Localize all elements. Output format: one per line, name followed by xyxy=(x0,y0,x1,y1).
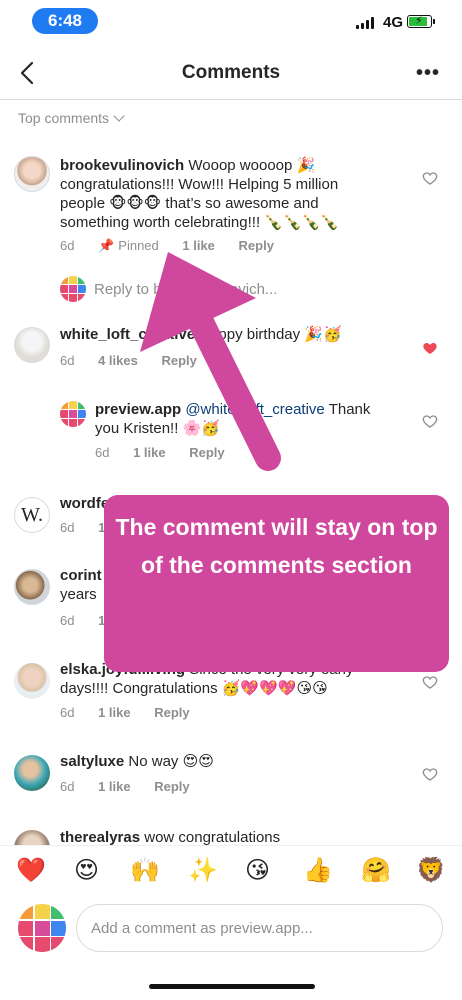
comment-input-placeholder: Add a comment as preview.app... xyxy=(91,920,313,937)
chevron-down-icon xyxy=(113,110,125,122)
comment-input[interactable]: Add a comment as preview.app... xyxy=(76,904,443,952)
comment-text: therealyras wow congratulations xyxy=(60,828,400,845)
heart-outline-icon[interactable] xyxy=(422,413,438,429)
comment-username[interactable]: saltyluxe xyxy=(60,753,124,770)
likes-count[interactable]: 1 like xyxy=(98,779,131,794)
emoji-heart-eyes[interactable]: 😍 xyxy=(74,856,99,885)
avatar[interactable] xyxy=(14,755,50,791)
avatar xyxy=(18,904,66,952)
avatar[interactable] xyxy=(14,156,50,192)
status-bar: 6:48 4G ⚡ xyxy=(0,0,462,44)
emoji-hug[interactable]: 🤗 xyxy=(361,856,391,885)
sort-label: Top comments xyxy=(18,110,110,126)
comment: white_loft_creative Happy birthday 🎉🥳 6d… xyxy=(0,322,462,382)
comment: saltyluxe No way 😍😍 6d 1 like Reply xyxy=(0,752,462,812)
comment-text: saltyluxe No way 😍😍 xyxy=(60,752,400,771)
pin-icon: 📌 xyxy=(98,238,115,253)
nav-bar: Comments ••• xyxy=(0,48,462,100)
comment-reply: preview.app @white_loft_creative Thank y… xyxy=(0,398,462,468)
sort-dropdown[interactable]: Top comments xyxy=(18,110,125,126)
comment-text: corint years xyxy=(60,566,108,604)
comment-time: 6d xyxy=(60,705,75,720)
pinned-label: Pinned xyxy=(118,238,159,253)
emoji-thumbs-up[interactable]: 👍 xyxy=(303,856,333,885)
heart-outline-icon[interactable] xyxy=(422,170,438,186)
comment-time: 6d xyxy=(60,238,75,253)
comment-meta: 6d 4 likes Reply xyxy=(60,353,217,368)
status-time: 6:48 xyxy=(32,8,98,34)
emoji-raised-hands[interactable]: 🙌 xyxy=(130,856,160,885)
annotation-callout: The comment will stay on top of the comm… xyxy=(104,495,449,672)
avatar[interactable] xyxy=(14,663,50,699)
emoji-sparkles[interactable]: ✨ xyxy=(188,856,218,885)
more-options-icon[interactable]: ••• xyxy=(416,62,440,85)
comment-body: wow congratulations xyxy=(144,829,281,845)
comment-composer: Add a comment as preview.app... xyxy=(0,901,462,961)
comment-meta: 6d 📌 Pinned 1 like Reply xyxy=(60,238,294,254)
comment-time: 6d xyxy=(95,445,110,460)
network-label: 4G xyxy=(383,14,404,31)
emoji-quick-bar: ❤️ 😍 🙌 ✨ 😘 👍 🤗 🦁 xyxy=(0,845,462,895)
comment-username[interactable]: wordfe xyxy=(60,495,109,512)
avatar[interactable]: W. xyxy=(14,497,50,533)
battery-tip xyxy=(433,19,435,24)
heart-outline-icon[interactable] xyxy=(422,674,438,690)
comment-username[interactable]: therealyras xyxy=(60,829,140,845)
likes-count[interactable]: 1 like xyxy=(98,705,131,720)
page-title: Comments xyxy=(181,62,281,83)
emoji-heart[interactable]: ❤️ xyxy=(16,856,46,885)
comment-username[interactable]: white_loft_creative xyxy=(60,326,195,343)
home-indicator[interactable] xyxy=(149,984,315,989)
avatar[interactable] xyxy=(14,327,50,363)
emoji-kiss[interactable]: 😘 xyxy=(245,856,270,885)
avatar xyxy=(60,276,86,302)
likes-count[interactable]: 1 like xyxy=(133,445,166,460)
comment-username[interactable]: preview.app xyxy=(95,401,181,418)
avatar[interactable] xyxy=(60,401,86,427)
comment-time: 6d xyxy=(60,613,75,628)
avatar[interactable] xyxy=(14,830,50,845)
comment-username[interactable]: brookevulinovich xyxy=(60,157,184,174)
reply-input-row[interactable]: Reply to brookevulinovich... xyxy=(60,276,440,306)
comment-text: brookevulinovich Wooop woooop 🎉 congratu… xyxy=(60,156,380,232)
reply-button[interactable]: Reply xyxy=(154,779,189,794)
reply-button[interactable]: Reply xyxy=(239,238,274,253)
comment-text: white_loft_creative Happy birthday 🎉🥳 xyxy=(60,325,400,344)
comment-meta: 6d 1 like Reply xyxy=(60,779,210,794)
comment-body: Happy birthday 🎉🥳 xyxy=(199,326,342,343)
comment-time: 6d xyxy=(60,353,75,368)
heart-outline-icon[interactable] xyxy=(422,766,438,782)
comment-meta: 6d 1 like Reply xyxy=(60,705,210,720)
comment-time: 6d xyxy=(60,520,75,535)
comment-time: 6d xyxy=(60,779,75,794)
comment-body: years xyxy=(60,586,97,603)
comment-pinned: brookevulinovich Wooop woooop 🎉 congratu… xyxy=(0,150,462,260)
comment-username[interactable]: corint xyxy=(60,567,102,584)
comment-text: preview.app @white_loft_creative Thank y… xyxy=(95,400,395,438)
comment-body: No way 😍😍 xyxy=(128,753,214,770)
reply-button[interactable]: Reply xyxy=(189,445,224,460)
mention-link[interactable]: @white_loft_creative xyxy=(185,401,324,418)
emoji-lion[interactable]: 🦁 xyxy=(416,856,446,885)
signal-icon xyxy=(356,17,376,29)
battery-icon: ⚡ xyxy=(407,15,432,28)
likes-count[interactable]: 1 like xyxy=(182,238,215,253)
reply-placeholder: Reply to brookevulinovich... xyxy=(94,281,278,298)
reply-button[interactable]: Reply xyxy=(154,705,189,720)
heart-filled-icon[interactable] xyxy=(422,340,438,356)
reply-button[interactable]: Reply xyxy=(161,353,196,368)
comment-meta: 6d 1 like Reply xyxy=(95,445,245,460)
avatar[interactable] xyxy=(14,569,50,605)
likes-count[interactable]: 4 likes xyxy=(98,353,138,368)
comment: therealyras wow congratulations xyxy=(0,826,462,845)
